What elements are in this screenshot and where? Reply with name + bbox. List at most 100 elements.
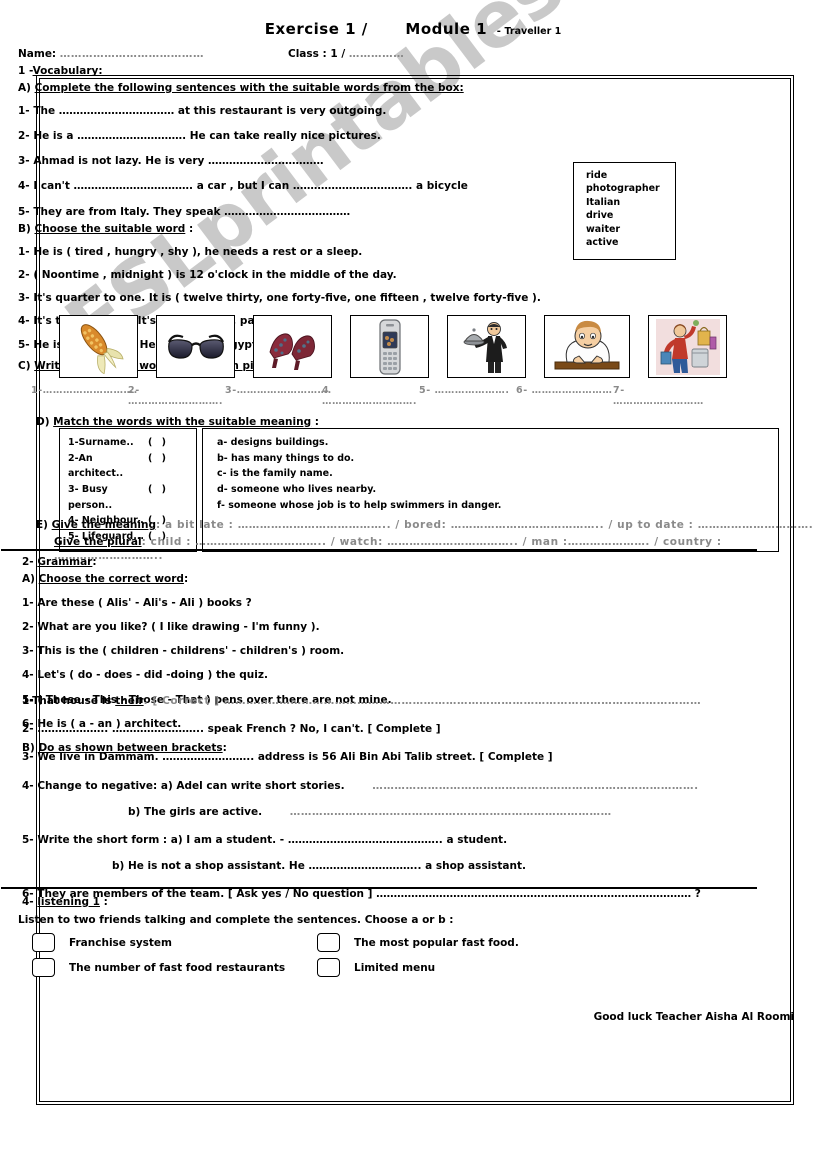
grammar-item-2: 2- What are you like? ( I like drawing -… <box>22 621 320 634</box>
checkbox-limited-menu[interactable] <box>317 958 340 978</box>
partD-colon: : <box>314 415 319 428</box>
brackets-item-4b-blank[interactable]: …………………………………………………………………………… <box>290 806 612 818</box>
divider-before-listening <box>1 887 757 889</box>
section2-number: 2- <box>22 556 34 568</box>
picture-1-corn <box>59 315 138 378</box>
partE-title-plural: Give the plural <box>54 535 142 548</box>
label-franchise-system: Franchise system <box>69 936 172 949</box>
picture-6-tired-man-at-desk <box>544 315 630 378</box>
section4-number: 4- <box>22 896 34 908</box>
student-info-row: Name: ………………………………… Class : 1 / …………… <box>18 48 826 60</box>
picture-3-high-heel-shoes <box>253 315 332 378</box>
section4-heading: 4- listening 1 : <box>22 895 826 909</box>
section1-colon: : <box>98 65 103 77</box>
picture-label-4[interactable]: 4 ………………………. <box>322 385 419 407</box>
matching-meaning-f: f- someone whose job is to help swimmers… <box>217 499 502 511</box>
partB-item-3: 3- It's quarter to one. It is ( twelve t… <box>18 292 541 305</box>
footer-good-luck: Good luck Teacher Aisha Al Roomi <box>593 1011 794 1024</box>
picture-label-2[interactable]: 2- ………………………. <box>128 385 225 407</box>
checkbox-franchise-system[interactable] <box>32 933 55 953</box>
picture-label-6[interactable]: 6- …………………… <box>516 385 613 407</box>
name-field-group: Name: ………………………………… <box>18 48 233 60</box>
checkbox-most-popular-fast-food[interactable] <box>317 933 340 953</box>
brackets-item-2[interactable]: 2- ……………….. …………………….. speak French ? No… <box>22 722 826 736</box>
class-blank[interactable]: …………… <box>349 48 405 60</box>
section4-colon: : <box>99 896 108 908</box>
section1-title: Vocabulary <box>32 65 99 77</box>
brackets-item-5[interactable]: 5- Write the short form : a) I am a stud… <box>22 833 826 847</box>
label-number-of-restaurants: The number of fast food restaurants <box>69 961 286 974</box>
picture-2-sunglasses <box>156 315 235 378</box>
word-option-active: active <box>586 237 619 249</box>
listening-option-row-2: The number of fast food restaurants Limi… <box>32 958 826 978</box>
partA-title: Complete the following sentences with th… <box>34 81 464 94</box>
matching-term-2-text: 2-An architect.. <box>68 452 124 480</box>
divider-before-grammar <box>1 549 757 551</box>
partD-label: D) <box>36 415 50 428</box>
brackets-item-5b[interactable]: b) He is not a shop assistant. He ………………… <box>112 859 826 873</box>
grammar-item-1: 1- Are these ( Alis' - Ali's - Ali ) boo… <box>22 596 252 609</box>
brackets-item-4b: b) The girls are active. ………………………………………… <box>128 805 826 819</box>
title-dash: - <box>496 26 501 37</box>
sunglasses-icon <box>167 334 224 359</box>
matching-exercise: 1-Surname.. ( ) 2-An architect.. ( ) 3- Bu… <box>59 428 779 552</box>
grammar-item-4: 4- Let's ( do - does - did -doing ) the … <box>22 669 268 682</box>
partB-item-2: 2- ( Noontime , midnight ) is 12 o'clock… <box>18 269 397 282</box>
partA-item-3: 3- Ahmad is not lazy. He is very …………………… <box>18 155 324 168</box>
picture-label-1[interactable]: 1-………………………. <box>31 385 137 407</box>
partE-title-meaning: Give the meaning <box>51 518 156 531</box>
matching-meaning-b: b- has many things to do. <box>217 452 355 464</box>
matching-term-2-answer[interactable]: ( ) <box>148 451 169 482</box>
matching-term-3: 3- Busy person.. ( ) <box>68 482 196 513</box>
matching-term-3-text: 3- Busy person.. <box>68 484 113 511</box>
partA-heading: A) Complete the following sentences with… <box>18 81 826 95</box>
brackets-item-4b-text: b) The girls are active. <box>128 805 263 818</box>
section2-title: Grammar <box>37 556 93 568</box>
partA-item-2: 2- He is a …………………………. He can take reall… <box>18 130 381 143</box>
picture-label-5[interactable]: 5- …………………. <box>419 385 516 407</box>
grammar-item-3: 3- This is the ( children - childrens' -… <box>22 645 345 658</box>
picture-label-7[interactable]: 7- ……………………… <box>613 385 710 407</box>
partE-meaning-blanks[interactable]: : a bit late : ………………………………….. / bored: … <box>156 519 813 531</box>
listening-option-row-1: Franchise system The most popular fast f… <box>32 933 826 953</box>
picture-label-3[interactable]: 3-………………………. <box>225 385 331 407</box>
section2-partA-heading: A) Choose the correct word: <box>22 572 826 586</box>
name-blank[interactable]: ………………………………… <box>60 48 204 60</box>
exercise-title: Exercise 1 / <box>264 20 368 38</box>
matching-term-3-answer[interactable]: ( ) <box>148 482 169 513</box>
brackets-item-1-post[interactable]: . [ Correct ] ……………………………………………………………………… <box>144 695 702 707</box>
picture-answer-labels: 1-………………………. 2- ………………………. 3-………………………. … <box>31 385 826 407</box>
matching-term-1-text: 1-Surname.. <box>68 437 134 448</box>
matching-term-2: 2-An architect.. ( ) <box>68 451 196 482</box>
worksheet-header: Exercise 1 / Module 1 - Traveller 1 <box>0 12 826 38</box>
partE-label: E) <box>36 518 48 531</box>
name-label: Name: <box>18 48 57 60</box>
matching-meaning-d: d- someone who lives nearby. <box>217 484 377 496</box>
module-title: Module 1 <box>405 20 488 38</box>
word-option-drive: drive <box>586 210 614 222</box>
section2-partA-title: Choose the correct word <box>38 572 184 585</box>
word-option-photographer: photographer <box>586 183 660 195</box>
class-label: Class : 1 / <box>288 48 346 60</box>
section2-colon: : <box>92 556 97 568</box>
corn-cob-icon <box>80 324 124 374</box>
brackets-item-3[interactable]: 3- We live in Dammam. …………………….. address… <box>22 750 826 764</box>
matching-meanings-box: a- designs buildings. b- has many things… <box>202 428 779 552</box>
picture-4-mobile-phone <box>350 315 429 378</box>
section4-listening: 4- listening 1 : Listen to two friends t… <box>0 890 826 1023</box>
section1-heading: 1 -Vocabulary: <box>18 64 826 78</box>
busy-shopper-icon <box>655 318 720 375</box>
partB-colon: : <box>188 222 194 235</box>
partA-item-5: 5- They are from Italy. They speak ……………… <box>18 205 351 218</box>
brackets-item-4a-blank[interactable]: ……………………………………………………………………………. <box>372 780 699 792</box>
brackets-item-1-underlined: their <box>115 695 144 707</box>
section1-number: 1 - <box>18 65 33 77</box>
matching-meaning-a: a- designs buildings. <box>217 437 329 448</box>
partD-title: Match the words with the suitable meanin… <box>53 415 312 428</box>
brackets-item-4: 4- Change to negative: a) Adel can write… <box>22 779 826 793</box>
checkbox-number-of-restaurants[interactable] <box>32 958 55 978</box>
label-most-popular-fast-food: The most popular fast food. <box>354 936 519 949</box>
matching-term-1-answer[interactable]: ( ) <box>148 435 169 451</box>
label-limited-menu: Limited menu <box>354 961 436 974</box>
tired-man-at-desk-icon <box>554 320 620 369</box>
